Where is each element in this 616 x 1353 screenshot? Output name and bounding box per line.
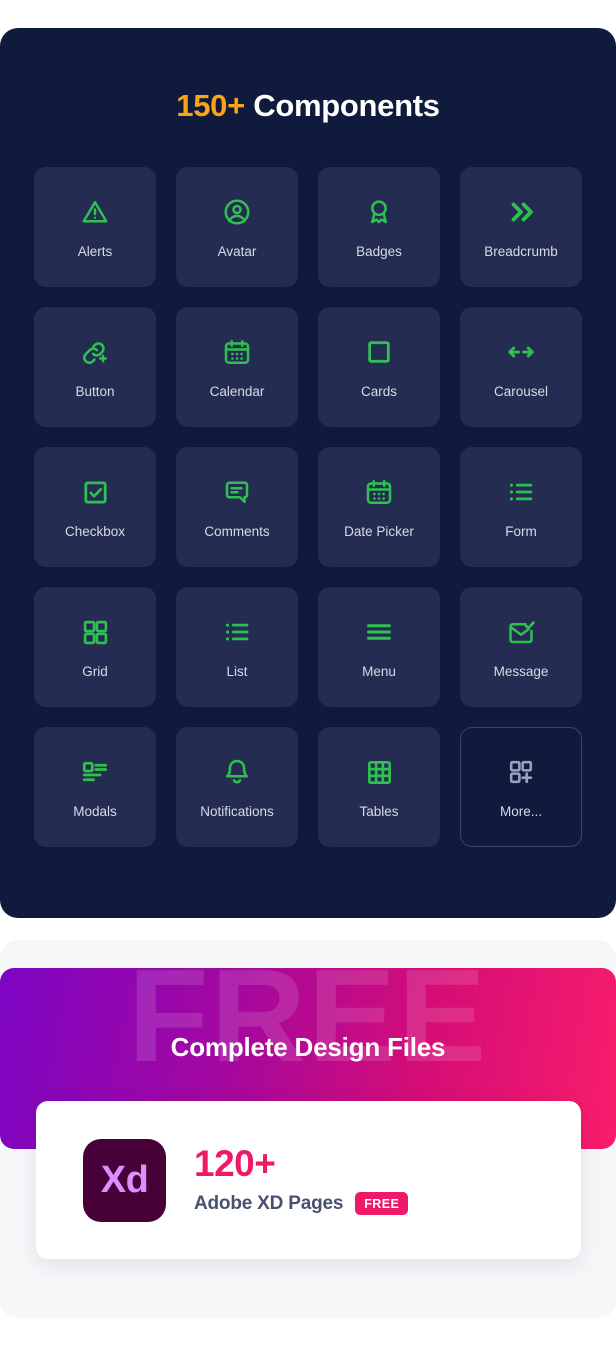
component-cell-more[interactable]: More...: [460, 727, 582, 847]
grid-plus-icon: [504, 755, 538, 789]
checkbox-checked-icon: [78, 475, 112, 509]
component-cell-button[interactable]: Button: [34, 307, 156, 427]
adobe-xd-logo-icon: Xd: [83, 1139, 166, 1222]
design-files-section: FREE Complete Design Files Xd 120+ Adobe…: [0, 940, 616, 1318]
double-chevron-right-icon: [504, 195, 538, 229]
component-cell-list[interactable]: List: [176, 587, 298, 707]
component-cell-label: Badges: [356, 245, 402, 259]
component-cell-label: Comments: [204, 525, 269, 539]
alert-triangle-icon: [78, 195, 112, 229]
envelope-check-icon: [504, 615, 538, 649]
hamburger-menu-icon: [362, 615, 396, 649]
component-cell-checkbox[interactable]: Checkbox: [34, 447, 156, 567]
design-files-title: Complete Design Files: [0, 1034, 616, 1060]
component-cell-grid[interactable]: Grid: [34, 587, 156, 707]
component-cell-cards[interactable]: Cards: [318, 307, 440, 427]
component-cell-form[interactable]: Form: [460, 447, 582, 567]
component-cell-modals[interactable]: Modals: [34, 727, 156, 847]
component-cell-label: Notifications: [200, 805, 274, 819]
speech-bubble-icon: [220, 475, 254, 509]
component-cell-label: Modals: [73, 805, 117, 819]
table-grid-icon: [362, 755, 396, 789]
component-cell-label: Carousel: [494, 385, 548, 399]
calendar-icon: [220, 335, 254, 369]
component-cell-label: List: [226, 665, 247, 679]
component-cell-label: More...: [500, 805, 542, 819]
link-plus-icon: [78, 335, 112, 369]
component-cell-label: Tables: [359, 805, 398, 819]
component-cell-calendar[interactable]: Calendar: [176, 307, 298, 427]
component-cell-label: Breadcrumb: [484, 245, 558, 259]
component-cell-badges[interactable]: Badges: [318, 167, 440, 287]
component-cell-label: Date Picker: [344, 525, 414, 539]
component-cell-notifications[interactable]: Notifications: [176, 727, 298, 847]
award-ribbon-icon: [362, 195, 396, 229]
free-badge: FREE: [355, 1192, 408, 1216]
component-cell-carousel[interactable]: Carousel: [460, 307, 582, 427]
component-cell-menu[interactable]: Menu: [318, 587, 440, 707]
component-cell-label: Calendar: [210, 385, 265, 399]
component-cell-label: Button: [75, 385, 114, 399]
component-grid: Alerts Avatar Badges Breadcrumb Button Calend…: [0, 167, 616, 847]
adobe-xd-subtitle-row: Adobe XD Pages FREE: [194, 1192, 408, 1216]
component-cell-label: Message: [494, 665, 549, 679]
square-outline-icon: [362, 335, 396, 369]
component-cell-tables[interactable]: Tables: [318, 727, 440, 847]
adobe-xd-logo-text: Xd: [101, 1161, 149, 1199]
component-cell-label: Form: [505, 525, 537, 539]
component-cell-label: Grid: [82, 665, 108, 679]
user-circle-icon: [220, 195, 254, 229]
component-cell-label: Alerts: [78, 245, 113, 259]
component-cell-label: Checkbox: [65, 525, 125, 539]
component-cell-label: Cards: [361, 385, 397, 399]
bullet-list-icon: [220, 615, 254, 649]
free-watermark-text: FREE: [0, 968, 616, 1082]
page-title-text: Components: [253, 88, 439, 123]
calendar-dots-icon: [362, 475, 396, 509]
grid-four-squares-icon: [78, 615, 112, 649]
adobe-xd-subtitle: Adobe XD Pages: [194, 1194, 343, 1213]
component-cell-message[interactable]: Message: [460, 587, 582, 707]
adobe-xd-card-info: 120+ Adobe XD Pages FREE: [194, 1145, 408, 1215]
adobe-xd-page-count: 120+: [194, 1145, 408, 1184]
left-right-arrows-icon: [504, 335, 538, 369]
adobe-xd-card[interactable]: Xd 120+ Adobe XD Pages FREE: [36, 1101, 581, 1259]
modal-layout-icon: [78, 755, 112, 789]
component-cell-avatar[interactable]: Avatar: [176, 167, 298, 287]
page-title: 150+ Components: [0, 90, 616, 121]
component-cell-comments[interactable]: Comments: [176, 447, 298, 567]
bell-icon: [220, 755, 254, 789]
component-cell-breadcrumb[interactable]: Breadcrumb: [460, 167, 582, 287]
component-cell-alerts[interactable]: Alerts: [34, 167, 156, 287]
component-cell-label: Avatar: [218, 245, 257, 259]
components-panel: 150+ Components Alerts Avatar Badges Breadc…: [0, 28, 616, 918]
bullet-list-icon: [504, 475, 538, 509]
component-cell-date-picker[interactable]: Date Picker: [318, 447, 440, 567]
component-count: 150+: [176, 88, 245, 123]
component-cell-label: Menu: [362, 665, 396, 679]
page-root: 150+ Components Alerts Avatar Badges Breadc…: [0, 0, 616, 1353]
